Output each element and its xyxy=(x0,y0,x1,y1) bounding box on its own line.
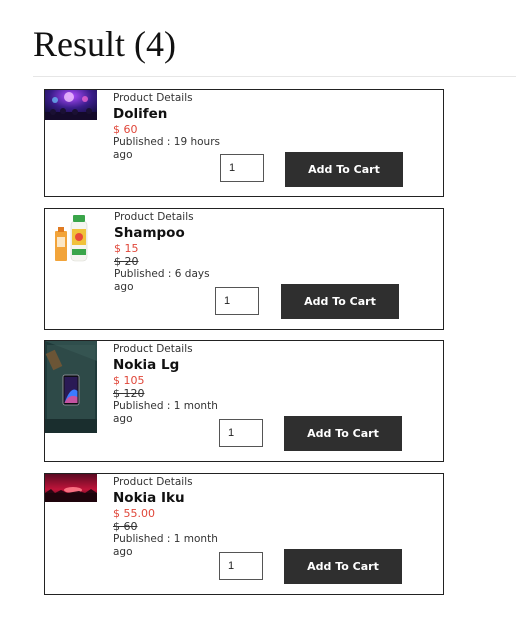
quantity-input[interactable] xyxy=(219,552,263,580)
product-details-label: Product Details xyxy=(113,343,193,355)
product-name[interactable]: Nokia Iku xyxy=(113,489,223,507)
product-old-price: $ 60 xyxy=(113,520,138,533)
quantity-input[interactable] xyxy=(219,419,263,447)
product-details-label: Product Details xyxy=(113,92,193,104)
product-details: Product Details Shampoo $ 15 $ 20 Publis… xyxy=(114,211,224,294)
published-date: Published : 1 month ago xyxy=(113,533,218,558)
product-name[interactable]: Dolifen xyxy=(113,105,223,123)
quantity-input[interactable] xyxy=(220,154,264,182)
shampoo-bottles-image xyxy=(51,213,93,265)
add-to-cart-button[interactable]: Add To Cart xyxy=(281,284,399,319)
published-date: Published : 19 hours ago xyxy=(113,136,220,161)
concert-lights-image xyxy=(45,90,97,120)
add-to-cart-button[interactable]: Add To Cart xyxy=(284,416,402,451)
product-old-price: $ 20 xyxy=(114,255,139,268)
product-card: Product Details Nokia Lg $ 105 $ 120 Pub… xyxy=(44,340,444,462)
product-card: Product Details Shampoo $ 15 $ 20 Publis… xyxy=(44,208,444,330)
sunset-image xyxy=(45,474,97,502)
product-details: Product Details Nokia Lg $ 105 $ 120 Pub… xyxy=(113,343,223,426)
product-name[interactable]: Shampoo xyxy=(114,224,224,242)
title-divider xyxy=(33,76,516,77)
product-card: Product Details Nokia Iku $ 55.00 $ 60 P… xyxy=(44,473,444,595)
product-details-label: Product Details xyxy=(114,211,194,223)
product-details: Product Details Dolifen $ 60 Published :… xyxy=(113,92,223,162)
quantity-input[interactable] xyxy=(215,287,259,315)
product-name[interactable]: Nokia Lg xyxy=(113,356,223,374)
product-old-price: $ 120 xyxy=(113,387,145,400)
product-card: Product Details Dolifen $ 60 Published :… xyxy=(44,89,444,197)
smartphone-image xyxy=(45,341,97,433)
product-details: Product Details Nokia Iku $ 55.00 $ 60 P… xyxy=(113,476,223,559)
published-date: Published : 1 month ago xyxy=(113,400,218,425)
product-price: $ 105 xyxy=(113,374,145,387)
product-price: $ 15 xyxy=(114,242,139,255)
product-price: $ 60 xyxy=(113,123,138,136)
product-details-label: Product Details xyxy=(113,476,193,488)
product-price: $ 55.00 xyxy=(113,507,155,520)
page-title: Result (4) xyxy=(33,24,176,64)
add-to-cart-button[interactable]: Add To Cart xyxy=(285,152,403,187)
add-to-cart-button[interactable]: Add To Cart xyxy=(284,549,402,584)
published-date: Published : 6 days ago xyxy=(114,268,210,293)
